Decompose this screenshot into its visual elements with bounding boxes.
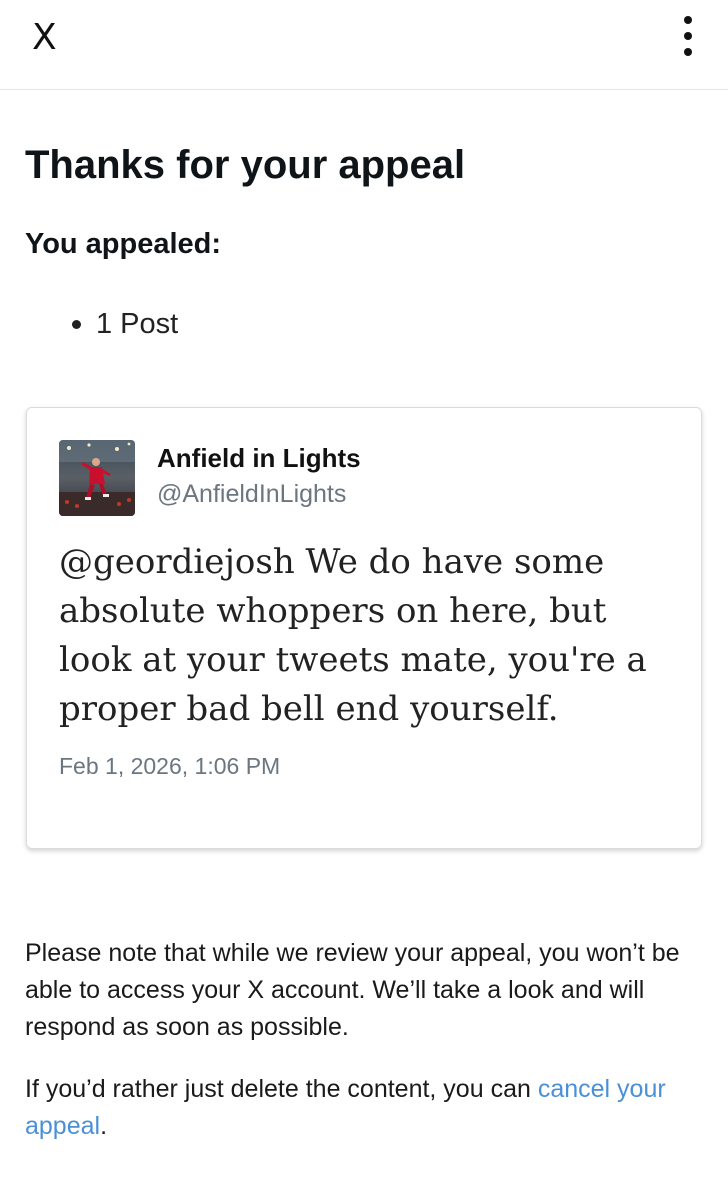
cancel-notice: If you’d rather just delete the content,… xyxy=(25,1071,705,1145)
avatar xyxy=(59,440,135,516)
post-author-name[interactable]: Anfield in Lights xyxy=(157,442,361,474)
cancel-notice-period: . xyxy=(100,1112,108,1140)
appealed-list: 1 Post xyxy=(70,306,178,342)
post-timestamp: Feb 1, 2026, 1:06 PM xyxy=(59,753,281,779)
more-options-button[interactable] xyxy=(670,10,706,66)
review-notice: Please note that while we review your ap… xyxy=(25,939,680,1041)
dot xyxy=(684,48,692,56)
close-icon: X xyxy=(32,17,57,58)
appealed-item: 1 Post xyxy=(70,306,178,342)
appealed-post-card: Anfield in Lights @AnfieldInLights @geor… xyxy=(26,407,702,849)
dot xyxy=(684,16,692,24)
page-title: Thanks for your appeal xyxy=(25,143,466,187)
cancel-notice-text: If you’d rather just delete the content,… xyxy=(25,1075,538,1103)
dot xyxy=(684,32,692,40)
top-bar: X xyxy=(0,0,728,90)
post-author-handle[interactable]: @AnfieldInLights xyxy=(157,478,346,510)
post-text: @geordiejosh We do have some absolute wh… xyxy=(59,542,647,729)
bullet-icon xyxy=(72,320,81,329)
appealed-item-label: 1 Post xyxy=(96,308,179,340)
close-button[interactable]: X xyxy=(22,14,70,62)
appealed-heading: You appealed: xyxy=(25,228,222,260)
